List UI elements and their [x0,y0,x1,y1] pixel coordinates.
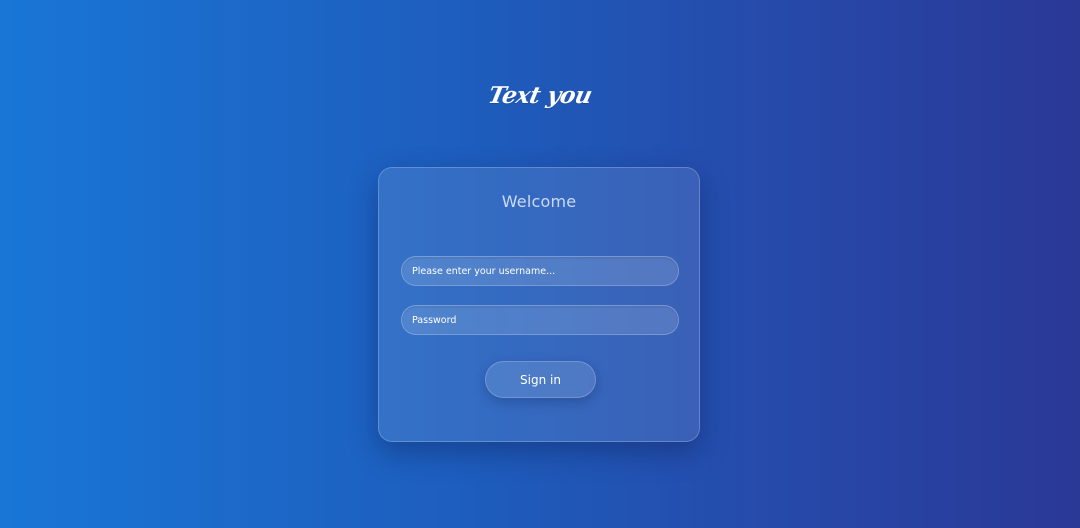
username-input[interactable] [401,256,679,286]
password-input[interactable] [401,305,679,335]
brand-logo: Text you [485,82,595,109]
card-title: Welcome [501,192,577,211]
login-card: Welcome Sign in [378,167,700,442]
sign-in-button[interactable]: Sign in [485,361,596,398]
